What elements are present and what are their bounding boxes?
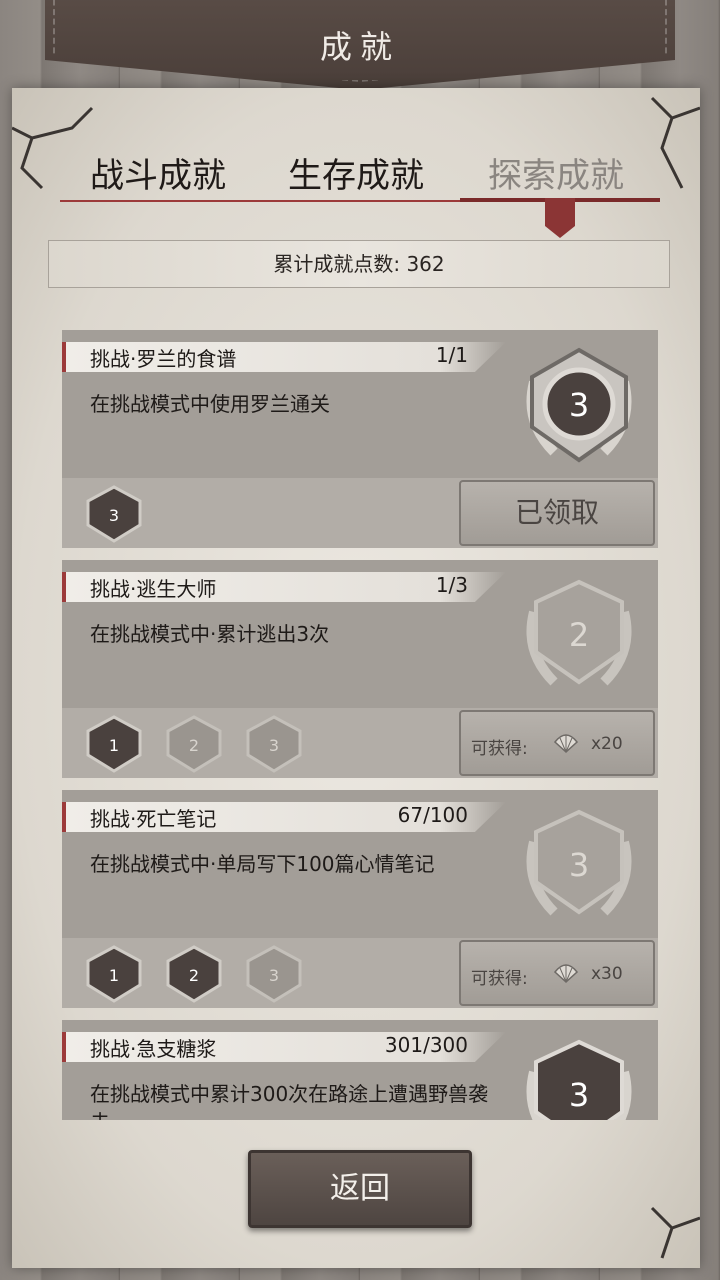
shell-icon: [553, 964, 579, 984]
medal-icon: 3: [526, 347, 632, 463]
shell-icon: [553, 734, 579, 754]
achievement-points: 累计成就点数: 362: [48, 240, 670, 288]
back-button[interactable]: 返回: [248, 1150, 472, 1228]
card-title: 挑战·急支糖浆: [90, 1037, 217, 1061]
achievement-list[interactable]: 挑战·罗兰的食谱 1/1 在挑战模式中使用罗兰通关 3 3 已领取 挑战·逃生大…: [62, 330, 658, 1120]
achievement-card: 挑战·急支糖浆 301/300 在挑战模式中累计300次在路途上遭遇野兽袭击 3: [62, 1020, 658, 1120]
reward-count: x20: [591, 734, 623, 754]
card-progress: 1/3: [435, 573, 468, 597]
reward-count: x30: [591, 964, 623, 984]
tier-badge-icon: 2: [166, 715, 222, 773]
card-progress: 67/100: [397, 803, 468, 827]
medal-level: 3: [569, 846, 589, 884]
tier-badge-icon: 1: [86, 715, 142, 773]
medal-level: 3: [569, 386, 589, 424]
tab-explore[interactable]: 探索成就: [488, 148, 624, 197]
reward-label: 可获得:: [471, 969, 528, 989]
medal-icon: 3: [526, 1039, 632, 1120]
tab-bar: 战斗成就 生存成就 探索成就: [60, 140, 660, 202]
tab-survival[interactable]: 生存成就: [288, 148, 424, 197]
card-title: 挑战·死亡笔记: [90, 807, 217, 831]
svg-text:3: 3: [109, 506, 119, 525]
achievement-card: 挑战·逃生大师 1/3 在挑战模式中·累计逃出3次 2 1 2 3 可获得: x…: [62, 560, 658, 778]
achievement-card: 挑战·罗兰的食谱 1/1 在挑战模式中使用罗兰通关 3 3 已领取: [62, 330, 658, 548]
medal-icon: 2: [526, 579, 632, 686]
svg-text:1: 1: [109, 736, 119, 755]
card-description: 在挑战模式中使用罗兰通关: [90, 392, 330, 416]
reward-label: 可获得:: [471, 739, 528, 759]
card-progress: 1/1: [435, 343, 468, 367]
claim-button[interactable]: 可获得: x20: [459, 710, 655, 776]
crack-decoration: [650, 1206, 700, 1259]
card-description: 在挑战模式中·累计逃出3次: [90, 622, 330, 646]
page-title: 成就: [319, 28, 400, 66]
medal-level: 3: [569, 1076, 589, 1114]
tab-combat[interactable]: 战斗成就: [90, 148, 226, 197]
tier-badge-icon: 2: [166, 945, 222, 1003]
card-description: 在挑战模式中·单局写下100篇心情笔记: [90, 852, 435, 876]
points-label: 累计成就点数: 362: [273, 252, 445, 276]
svg-text:3: 3: [269, 966, 279, 985]
svg-text:3: 3: [269, 736, 279, 755]
medal-icon: 3: [526, 809, 632, 916]
tier-badge-icon: 3: [246, 715, 302, 773]
tier-badge-icon: 3: [86, 485, 142, 543]
tier-badge-icon: 3: [246, 945, 302, 1003]
medal-level: 2: [569, 616, 589, 654]
svg-text:2: 2: [189, 736, 199, 755]
tier-badge-icon: 1: [86, 945, 142, 1003]
claim-button[interactable]: 可获得: x30: [459, 940, 655, 1006]
card-progress: 301/300: [384, 1033, 468, 1057]
svg-text:2: 2: [189, 966, 199, 985]
card-title: 挑战·逃生大师: [90, 577, 217, 601]
svg-text:1: 1: [109, 966, 119, 985]
achievement-card: 挑战·死亡笔记 67/100 在挑战模式中·单局写下100篇心情笔记 3 1 2…: [62, 790, 658, 1008]
card-title: 挑战·罗兰的食谱: [90, 347, 237, 371]
card-description: 在挑战模式中累计300次在路途上遭遇野兽袭击: [90, 1082, 489, 1120]
claimed-button[interactable]: 已领取: [459, 480, 655, 546]
